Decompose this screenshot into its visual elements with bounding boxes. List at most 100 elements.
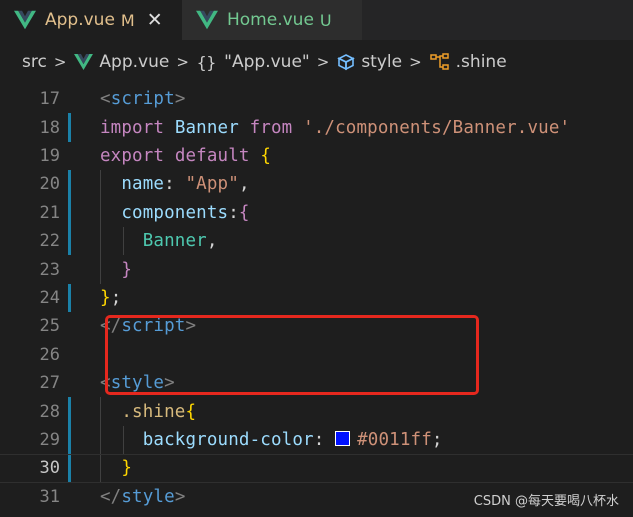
line-number: 31 bbox=[39, 486, 60, 507]
code-line[interactable]: 18 import Banner from './components/Banne… bbox=[0, 113, 633, 142]
watermark: CSDN @每天要喝八杯水 bbox=[473, 494, 619, 509]
code-token: , bbox=[238, 174, 250, 195]
git-modified-gutter-mark[interactable] bbox=[68, 113, 71, 142]
code-token: style bbox=[110, 373, 165, 394]
code-token: import bbox=[100, 117, 165, 138]
code-line[interactable]: 29 background-color: #0011ff; bbox=[0, 425, 633, 455]
braces-icon: {} bbox=[196, 52, 217, 72]
code-token: from bbox=[249, 117, 293, 138]
modified-badge: M bbox=[120, 10, 135, 30]
code-text: export default { bbox=[100, 146, 271, 166]
code-line[interactable]: 30 } bbox=[0, 454, 633, 483]
code-token: : bbox=[313, 429, 336, 450]
line-number: 26 bbox=[39, 344, 60, 365]
line-number: 23 bbox=[39, 259, 60, 280]
code-text: <script> bbox=[100, 89, 186, 109]
code-token: { bbox=[185, 401, 197, 422]
code-line[interactable]: 17 <script> bbox=[0, 85, 633, 113]
code-token: Banner bbox=[174, 117, 239, 138]
close-icon[interactable]: ✕ bbox=[147, 10, 163, 30]
git-modified-gutter-mark[interactable] bbox=[68, 455, 71, 482]
code-text: .shine{ bbox=[100, 402, 196, 422]
git-modified-gutter-mark[interactable] bbox=[68, 227, 71, 256]
code-token: > bbox=[174, 486, 186, 507]
code-line[interactable]: 19 export default { bbox=[0, 142, 633, 170]
code-text: background-color: #0011ff; bbox=[100, 430, 443, 450]
code-line[interactable]: 22 Banner, bbox=[0, 227, 633, 256]
code-line[interactable]: 26 bbox=[0, 341, 633, 369]
tab-label: App.vue bbox=[45, 10, 115, 30]
code-token: < bbox=[100, 373, 111, 394]
code-token: } bbox=[121, 259, 133, 280]
code-token: "App" bbox=[185, 174, 239, 195]
chevron-right-icon: > bbox=[176, 53, 189, 71]
selector-icon bbox=[429, 53, 449, 70]
chevron-right-icon: > bbox=[409, 53, 422, 71]
line-number: 25 bbox=[39, 316, 60, 337]
code-token: > bbox=[185, 316, 197, 337]
code-line[interactable]: 27 <style> bbox=[0, 369, 633, 397]
git-modified-gutter-mark[interactable] bbox=[68, 283, 71, 313]
line-number: 30 bbox=[39, 458, 60, 479]
code-token: script bbox=[121, 316, 186, 337]
breadcrumb: src > App.vue > {} "App.vue" > style > .… bbox=[0, 40, 633, 84]
code-editor[interactable]: 17 <script> 18 import Banner from './compon… bbox=[0, 84, 633, 517]
code-line[interactable]: 23 } bbox=[0, 255, 633, 284]
breadcrumb-style[interactable]: style bbox=[337, 52, 402, 72]
line-number: 17 bbox=[39, 89, 60, 110]
code-line[interactable]: 25 </script> bbox=[0, 312, 633, 340]
chevron-right-icon: > bbox=[53, 53, 67, 71]
tab-label: Home.vue bbox=[227, 10, 314, 30]
code-token: { bbox=[238, 202, 250, 223]
editor-tab-bar: App.vue M ✕ Home.vue U bbox=[0, 0, 633, 40]
git-modified-gutter-mark[interactable] bbox=[68, 198, 71, 227]
code-token: > bbox=[174, 89, 186, 110]
code-token: > bbox=[164, 373, 175, 394]
code-text: import Banner from './components/Banner.… bbox=[100, 118, 570, 138]
code-text: components:{ bbox=[100, 203, 250, 223]
vue-icon bbox=[74, 54, 94, 70]
color-swatch[interactable] bbox=[335, 430, 351, 446]
code-token: < bbox=[100, 89, 111, 110]
breadcrumb-style-label: style bbox=[361, 52, 403, 72]
git-modified-gutter-mark[interactable] bbox=[68, 397, 71, 426]
breadcrumb-block[interactable]: {} "App.vue" bbox=[197, 52, 310, 72]
code-text: </style> bbox=[100, 487, 186, 507]
breadcrumb-block-label: "App.vue" bbox=[224, 52, 310, 72]
code-token: } bbox=[100, 287, 111, 308]
code-text: Banner, bbox=[100, 231, 218, 251]
code-text: }; bbox=[100, 288, 121, 308]
breadcrumb-selector-label: .shine bbox=[455, 52, 507, 72]
code-token: script bbox=[110, 89, 175, 110]
code-token: : bbox=[228, 202, 239, 223]
tab-app-vue[interactable]: App.vue M ✕ bbox=[0, 0, 182, 40]
breadcrumb-file[interactable]: App.vue bbox=[74, 52, 169, 72]
code-line[interactable]: 21 components:{ bbox=[0, 198, 633, 227]
breadcrumb-folder[interactable]: src bbox=[22, 52, 47, 72]
code-token: #0011ff bbox=[357, 429, 432, 450]
code-token: style bbox=[121, 486, 175, 507]
line-number: 24 bbox=[39, 287, 60, 308]
line-number: 28 bbox=[39, 401, 60, 422]
code-line[interactable]: 20 name: "App", bbox=[0, 170, 633, 199]
chevron-right-icon: > bbox=[316, 53, 330, 71]
vue-icon bbox=[14, 10, 36, 30]
code-token: } bbox=[121, 458, 133, 479]
code-line[interactable]: 24}; bbox=[0, 283, 633, 313]
git-modified-gutter-mark[interactable] bbox=[68, 425, 71, 455]
cube-icon bbox=[337, 54, 356, 71]
tab-home-vue[interactable]: Home.vue U bbox=[182, 0, 362, 40]
breadcrumb-selector[interactable]: .shine bbox=[429, 52, 507, 72]
breadcrumb-folder-label: src bbox=[22, 52, 47, 72]
git-modified-gutter-mark[interactable] bbox=[68, 170, 71, 199]
code-token: name bbox=[121, 174, 165, 195]
code-line[interactable]: 28 .shine{ bbox=[0, 397, 633, 426]
